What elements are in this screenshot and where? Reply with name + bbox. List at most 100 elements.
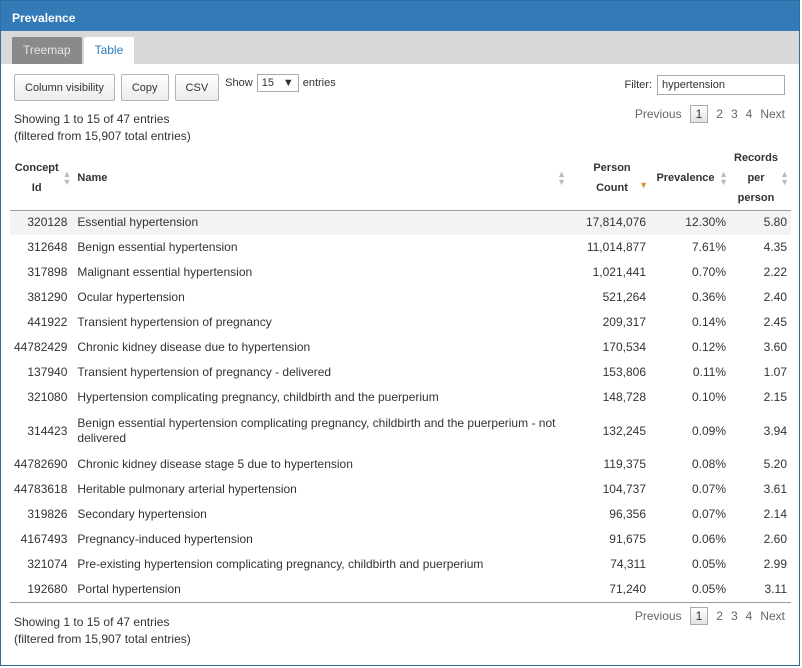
cell-name: Heritable pulmonary arterial hypertensio…: [77, 482, 297, 496]
filter-input[interactable]: [657, 75, 785, 95]
col-header-concept-id[interactable]: Concept Id ▲ ▼: [10, 147, 74, 211]
cell-prevalence: 0.11%: [692, 365, 726, 379]
cell-records-per-person: 3.60: [763, 340, 787, 354]
cell-person-count: 11,014,877: [586, 240, 646, 254]
pager-next[interactable]: Next: [760, 609, 785, 623]
prevalence-panel: Prevalence Treemap Table Column visibili…: [0, 0, 800, 666]
pager-page-2[interactable]: 2: [716, 107, 723, 121]
cell-records-per-person: 1.07: [763, 365, 787, 379]
pager-page-1[interactable]: 1: [689, 607, 709, 625]
pager-page-2[interactable]: 2: [716, 609, 723, 623]
cell-records-per-person: 5.20: [763, 457, 787, 471]
tab-bar: Treemap Table: [1, 31, 799, 64]
table-row[interactable]: 381290 Ocular hypertension 521,264 0.36% 2.4…: [10, 285, 791, 310]
entries-select[interactable]: 15 ▼: [256, 74, 299, 92]
cell-concept-id: 4167493: [20, 532, 68, 546]
cell-records-per-person: 2.60: [763, 532, 787, 546]
table-row[interactable]: 137940 Transient hypertension of pregnanc…: [10, 360, 791, 385]
col-header-label: Records per person: [734, 152, 779, 205]
sort-icon: ▲ ▼: [557, 169, 566, 188]
entries-select-value: 15: [261, 77, 274, 89]
cell-person-count: 209,317: [602, 315, 646, 329]
cell-name: Transient hypertension of pregnancy - de…: [77, 365, 332, 379]
cell-concept-id: 320128: [10, 210, 74, 235]
cell-person-count: 96,356: [609, 507, 646, 521]
info-line: Showing 1 to 15 of 47 entries: [14, 112, 170, 126]
col-header-name[interactable]: Name ▲ ▼: [73, 147, 572, 211]
cell-name: Benign essential hypertension complicati…: [77, 416, 556, 445]
cell-name: Pre-existing hypertension complicating p…: [77, 557, 484, 571]
pager-page-1[interactable]: 1: [689, 105, 709, 123]
table-row[interactable]: 312648 Benign essential hypertension 11,01…: [10, 235, 791, 260]
cell-name: Benign essential hypertension: [77, 240, 238, 254]
cell-records-per-person: 3.11: [730, 577, 791, 603]
sort-icon: ▲ ▼: [62, 169, 72, 188]
table-row[interactable]: 441922 Transient hypertension of pregnanc…: [10, 310, 791, 335]
cell-concept-id: 319826: [27, 507, 68, 521]
cell-concept-id: 321074: [27, 557, 68, 571]
col-header-label: Name: [77, 172, 108, 185]
pagination-top: Previous 1 2 3 4 Next: [635, 105, 785, 123]
sort-icon: ▲ ▼: [719, 169, 728, 188]
table-row[interactable]: 319826 Secondary hypertension 96,356 0.07% 2…: [10, 502, 791, 527]
cell-prevalence: 0.05%: [650, 577, 730, 603]
table-row[interactable]: 44783618 Heritable pulmonary arterial hyp…: [10, 477, 791, 502]
table-row[interactable]: 317898 Malignant essential hypertension 1,…: [10, 260, 791, 285]
cell-name: Portal hypertension: [73, 577, 572, 603]
pager-page-4[interactable]: 4: [746, 107, 753, 121]
cell-prevalence: 7.61%: [691, 240, 726, 254]
caret-down-icon: ▼: [282, 77, 294, 89]
pager-previous[interactable]: Previous: [635, 107, 682, 121]
entries-label: entries: [302, 77, 336, 89]
cell-prevalence: 0.05%: [691, 557, 726, 571]
cell-name: Chronic kidney disease due to hypertensi…: [77, 340, 311, 354]
info-filtered-line: (filtered from 15,907 total entries): [14, 129, 191, 143]
cell-name: Ocular hypertension: [77, 290, 185, 304]
pager-page-3[interactable]: 3: [731, 107, 738, 121]
table-row[interactable]: 314423 Benign essential hypertension comp…: [10, 410, 791, 452]
cell-concept-id: 44783618: [14, 482, 68, 496]
tab-table[interactable]: Table: [83, 37, 135, 64]
table-row[interactable]: 192680 Portal hypertension 71,240 0.05% 3.11: [10, 577, 791, 603]
pager-previous[interactable]: Previous: [635, 609, 682, 623]
cell-concept-id: 192680: [10, 577, 74, 603]
panel-title: Prevalence: [1, 1, 799, 31]
sort-icon: ▲ ▼: [780, 169, 789, 188]
cell-person-count: 71,240: [572, 577, 650, 603]
cell-person-count: 17,814,076: [572, 210, 650, 235]
pager-next[interactable]: Next: [760, 107, 785, 121]
cell-prevalence: 0.09%: [691, 423, 726, 438]
col-header-records-per-person[interactable]: Records per person ▲ ▼: [730, 147, 791, 211]
pagination-bottom: Previous 1 2 3 4 Next: [635, 607, 785, 625]
table-row[interactable]: 44782429 Chronic kidney disease due to hy…: [10, 335, 791, 360]
cell-prevalence: 0.08%: [691, 457, 726, 471]
cell-person-count: 148,728: [602, 390, 646, 404]
table-row[interactable]: 321080 Hypertension complicating pregnanc…: [10, 385, 791, 410]
cell-name: Chronic kidney disease stage 5 due to hy…: [77, 457, 353, 471]
column-visibility-button[interactable]: Column visibility: [14, 74, 115, 101]
table-row[interactable]: 4167493 Pregnancy-induced hypertension 91,…: [10, 527, 791, 552]
pager-page-3[interactable]: 3: [731, 609, 738, 623]
cell-prevalence: 0.07%: [691, 482, 726, 496]
cell-concept-id: 317898: [27, 265, 68, 279]
cell-prevalence: 0.12%: [691, 340, 726, 354]
tab-treemap[interactable]: Treemap: [12, 37, 82, 64]
cell-prevalence: 0.07%: [691, 507, 726, 521]
pager-page-4[interactable]: 4: [746, 609, 753, 623]
copy-button[interactable]: Copy: [120, 74, 169, 101]
cell-prevalence: 0.14%: [691, 315, 726, 329]
cell-prevalence: 0.70%: [691, 265, 726, 279]
cell-name: Essential hypertension: [73, 210, 572, 235]
cell-person-count: 91,675: [609, 532, 646, 546]
cell-name: Secondary hypertension: [77, 507, 207, 521]
col-header-prevalence[interactable]: Prevalence ▲ ▼: [650, 147, 730, 211]
table-row[interactable]: 44782690 Chronic kidney disease stage 5 d…: [10, 452, 791, 477]
col-header-person-count[interactable]: Person Count ▼: [572, 147, 650, 211]
cell-person-count: 170,534: [602, 340, 646, 354]
csv-button[interactable]: CSV: [174, 74, 220, 101]
show-label: Show: [225, 77, 253, 89]
cell-records-per-person: 2.45: [763, 315, 787, 329]
table-row[interactable]: 321074 Pre-existing hypertension complica…: [10, 552, 791, 577]
cell-records-per-person: 5.80: [730, 210, 791, 235]
table-row[interactable]: 320128 Essential hypertension 17,814,076 12…: [10, 210, 791, 235]
